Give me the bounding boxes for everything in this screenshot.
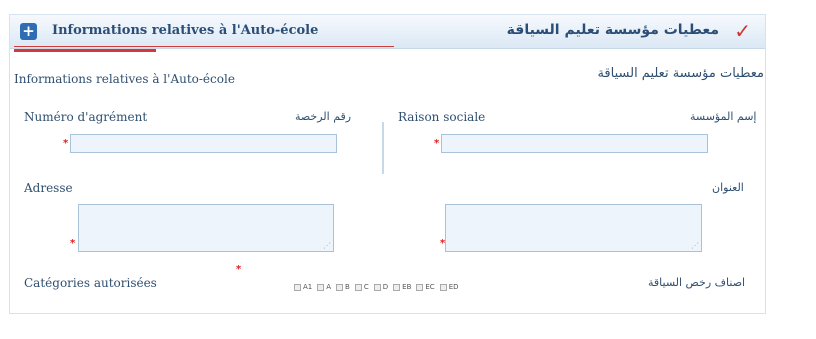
numero-agrement-label-fr: Numéro d'agrément [24,110,148,124]
resize-handle-icon[interactable]: ⋰ [323,241,331,250]
auto-ecole-panel: + Informations relatives à l'Auto-école … [9,14,766,314]
raison-sociale-input[interactable] [441,134,708,153]
required-marker: * [70,238,76,249]
adresse-ar-textarea[interactable]: ⋰ [445,204,702,252]
section-underline-accent [14,49,156,52]
section-title-ar: معطيات مؤسسة تعليم السياقة [597,66,764,81]
required-marker: * [236,264,242,275]
header-title-ar: معطيات مؤسسة تعليم السياقة [506,22,719,38]
numero-agrement-input[interactable] [70,134,337,153]
panel-header[interactable]: + Informations relatives à l'Auto-école … [10,15,765,49]
categories-label-fr: Catégories autorisées [24,276,157,290]
required-marker: * [434,138,440,149]
header-title-fr: Informations relatives à l'Auto-école [52,23,319,38]
checkbox-icon[interactable] [416,283,424,291]
category-eb[interactable]: EB [393,283,411,291]
checkbox-icon[interactable] [393,283,401,291]
category-ec[interactable]: EC [416,283,435,291]
raison-sociale-label-ar: إسم المؤسسة [690,110,757,123]
category-a[interactable]: A [317,283,331,291]
required-marker: * [63,138,69,149]
checkbox-icon[interactable] [354,283,362,291]
checkbox-icon[interactable] [439,283,447,291]
raison-sociale-label-fr: Raison sociale [398,110,486,124]
category-d[interactable]: D [373,283,388,291]
checkbox-icon[interactable] [336,283,344,291]
section-underline [14,46,394,47]
column-separator [382,122,384,174]
plus-icon[interactable]: + [20,23,37,40]
checkbox-icon[interactable] [317,283,325,291]
checkbox-icon[interactable] [373,283,381,291]
adresse-fr-textarea[interactable]: ⋰ [78,204,334,252]
section-title-fr: Informations relatives à l'Auto-école [14,72,235,86]
adresse-label-fr: Adresse [24,181,73,195]
category-c[interactable]: C [354,283,369,291]
resize-handle-icon[interactable]: ⋰ [691,241,699,250]
category-ed[interactable]: ED [439,283,459,291]
categories-label-ar: اصناف رخص السياقة [648,276,746,289]
categories-checkbox-group: A1 A B C D EB EC ED [294,283,461,291]
adresse-label-ar: العنوان [712,181,744,194]
category-b[interactable]: B [336,283,350,291]
checkbox-icon[interactable] [294,283,301,291]
numero-agrement-label-ar: رقم الرخصة [295,110,352,123]
category-a1[interactable]: A1 [294,283,312,291]
check-icon: ✓ [734,19,751,43]
